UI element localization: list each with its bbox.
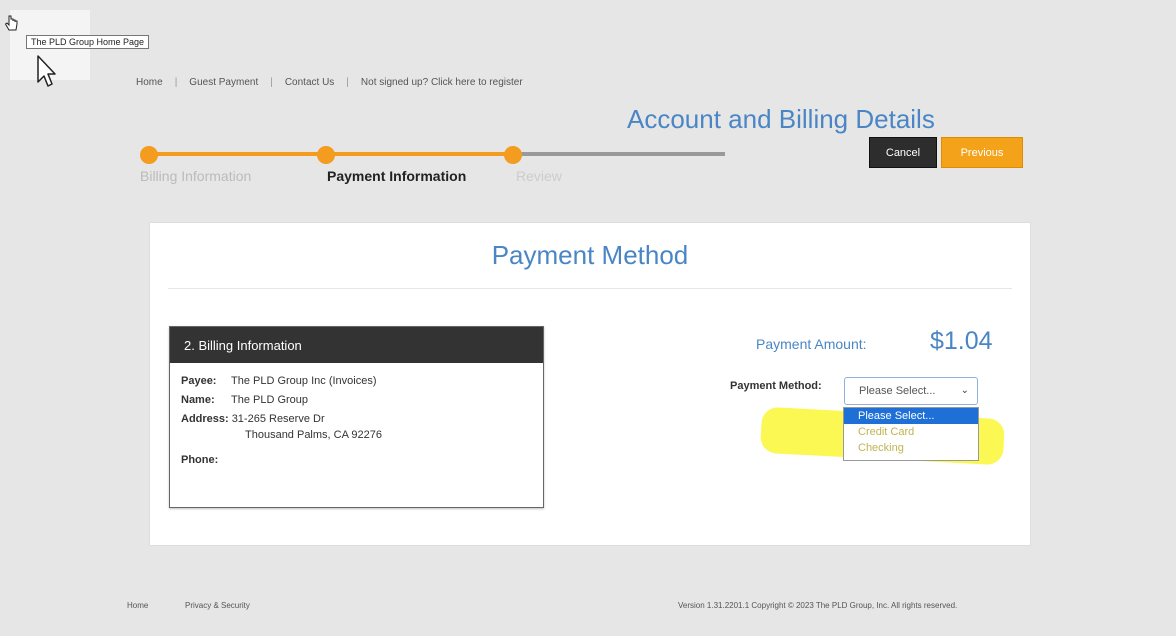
option-credit-card[interactable]: Credit Card [844, 424, 978, 440]
step-label-payment: Payment Information [327, 168, 467, 184]
home-link-tooltip: The PLD Group Home Page [26, 35, 150, 49]
chevron-down-icon: ⌄ [960, 385, 969, 396]
option-please-select[interactable]: Please Select... [844, 408, 978, 424]
billing-info-panel: 2. Billing Information Payee: The PLD Gr… [169, 326, 544, 508]
nav-contact-link[interactable]: Contact Us [285, 77, 334, 88]
nav-home-link[interactable]: Home [136, 77, 163, 88]
phone-label: Phone: [181, 454, 219, 466]
nav-guest-payment-link[interactable]: Guest Payment [189, 77, 258, 88]
payment-method-select[interactable]: Please Select... ⌄ [844, 377, 978, 405]
cancel-button[interactable]: Cancel [869, 137, 937, 168]
top-nav: Home | Guest Payment | Contact Us | Not … [136, 77, 523, 88]
stepper-remaining-line [513, 152, 725, 156]
step-label-review: Review [516, 168, 562, 184]
payment-amount-label: Payment Amount: [756, 336, 867, 352]
payment-method-card: Payment Method 2. Billing Information Pa… [149, 222, 1031, 546]
progress-stepper: Billing Information Payment Information … [140, 146, 740, 196]
payment-method-label: Payment Method: [730, 380, 822, 392]
page-title: Account and Billing Details [627, 104, 935, 134]
payment-method-selected: Please Select... [859, 385, 936, 397]
name-label: Name: [181, 394, 215, 406]
card-title: Payment Method [491, 240, 689, 270]
nav-divider: | [270, 77, 273, 88]
address-line2: Thousand Palms, CA 92276 [245, 429, 382, 441]
billing-info-header: 2. Billing Information [170, 327, 543, 363]
payee-label: Payee: [181, 375, 217, 387]
nav-register-link[interactable]: Not signed up? Click here to register [361, 77, 523, 88]
payment-method-options: Please Select... Credit Card Checking [843, 407, 979, 461]
step-dot-review [504, 146, 522, 164]
step-dot-billing [140, 146, 158, 164]
footer-copyright: Version 1.31.2201.1 Copyright © 2023 The… [678, 601, 958, 610]
footer-home-link[interactable]: Home [127, 601, 148, 610]
step-label-billing: Billing Information [140, 168, 252, 184]
footer-privacy-link[interactable]: Privacy & Security [185, 601, 250, 610]
option-checking[interactable]: Checking [844, 440, 978, 456]
name-value: The PLD Group [231, 394, 309, 406]
payment-amount-value: $1.04 [930, 327, 993, 355]
divider [168, 288, 1012, 289]
payee-value: The PLD Group Inc (Invoices) [231, 375, 377, 387]
step-dot-payment [317, 146, 335, 164]
hand-pointer-icon [4, 15, 18, 31]
arrow-pointer-icon [37, 55, 56, 87]
nav-divider: | [174, 77, 178, 88]
nav-divider: | [346, 77, 349, 88]
previous-button[interactable]: Previous [941, 137, 1023, 168]
address-line1: 31-265 Reserve Dr [231, 413, 325, 425]
address-label: Address: [181, 413, 229, 425]
